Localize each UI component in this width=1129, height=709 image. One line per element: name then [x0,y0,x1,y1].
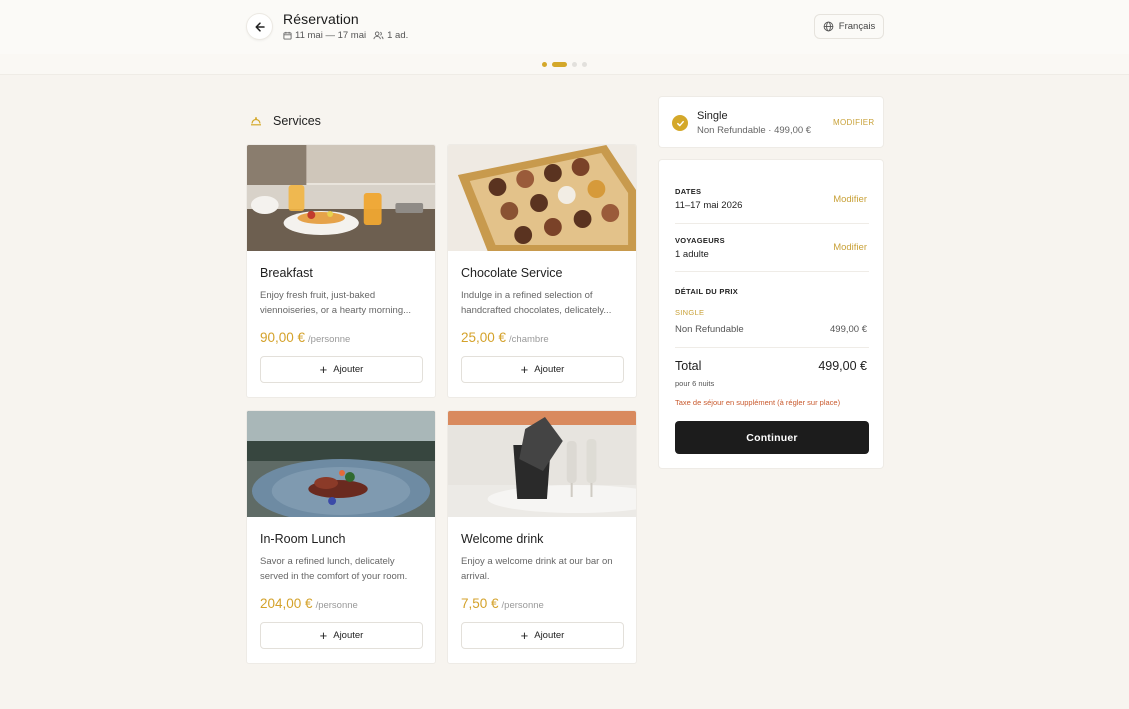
service-price: 25,00 € [461,330,507,345]
service-title: Chocolate Service [461,266,563,280]
continue-button[interactable]: Continuer [675,421,869,454]
step-dot-4 [582,61,587,67]
header-title-block: Réservation 11 mai — 17 mai 1 ad. [283,11,408,41]
language-label: Français [838,21,876,32]
services-title: Services [273,114,321,128]
step-dot-1 [542,61,547,67]
plus-icon: + [520,362,529,377]
top-bar: Réservation 11 mai — 17 mai 1 ad. França… [0,0,1129,54]
total-label: Total [675,359,702,373]
page-title: Réservation [283,11,359,27]
divider [675,223,869,224]
back-button[interactable] [246,13,273,40]
booking-summary: DATES 11–17 mai 2026 Modifier VOYAGEURS … [658,159,884,469]
language-selector[interactable]: Français [814,14,884,39]
nights-note: pour 6 nuits [675,379,715,388]
service-price: 90,00 € [260,330,306,345]
services-heading: Services [250,114,321,128]
service-card-lunch: In-Room Lunch Savor a refined lunch, del… [246,410,436,664]
modify-travelers-link[interactable]: Modifier [833,242,867,253]
travelers-value: 1 adulte [675,249,709,260]
service-card-welcome-drink: Welcome drink Enjoy a welcome drink at o… [447,410,637,664]
price-row: 204,00 € /personne [260,596,422,611]
dates-text: 11 mai — 17 mai [295,30,367,41]
dates-value: 11–17 mai 2026 [675,200,743,211]
divider [675,271,869,272]
guests-meta: 1 ad. [373,30,408,41]
modify-room-link[interactable]: MODIFIER [833,118,875,127]
room-service-icon [251,117,261,126]
add-welcome-drink-button[interactable]: + Ajouter [461,622,624,649]
step-dot-3 [572,61,577,67]
total-value: 499,00 € [818,359,867,373]
users-icon [373,31,384,40]
service-title: Breakfast [260,266,313,280]
service-card-breakfast: Breakfast Enjoy fresh fruit, just-baked … [246,144,436,398]
plus-icon: + [319,628,328,643]
selected-room-card: Single Non Refundable · 499,00 € MODIFIE… [658,96,884,148]
service-price: 204,00 € [260,596,313,611]
modify-dates-link[interactable]: Modifier [833,194,867,205]
guests-text: 1 ad. [387,30,409,41]
add-lunch-button[interactable]: + Ajouter [260,622,423,649]
price-unit: /personne [501,600,544,611]
breakfast-image [247,145,435,251]
tax-note: Taxe de séjour en supplément (à régler s… [675,398,841,407]
travelers-label: VOYAGEURS [675,236,725,245]
calendar-icon [283,31,292,40]
booking-meta: 11 mai — 17 mai 1 ad. [283,30,408,41]
arrow-left-icon [254,21,265,32]
lunch-image [247,411,435,517]
welcome-drink-image [448,411,636,517]
add-chocolate-button[interactable]: + Ajouter [461,356,624,383]
service-description: Indulge in a refined selection of handcr… [461,290,612,316]
progress-stepper [0,54,1129,75]
add-label: Ajouter [534,630,565,641]
service-title: Welcome drink [461,532,544,546]
service-card-chocolate: Chocolate Service Indulge in a refined s… [447,144,637,398]
price-unit: /chambre [509,334,549,345]
check-icon [672,115,688,131]
room-tag: SINGLE [675,308,705,317]
room-rate: Non Refundable · 499,00 € [697,125,812,136]
rate-value: 499,00 € [830,324,867,335]
add-label: Ajouter [333,630,364,641]
price-row: 25,00 € /chambre [461,330,623,345]
step-dot-2 [552,61,567,67]
price-row: 7,50 € /personne [461,596,623,611]
price-unit: /personne [315,600,358,611]
globe-icon [823,21,834,32]
chocolate-image [448,145,636,251]
add-label: Ajouter [333,364,364,375]
dates-label: DATES [675,187,702,196]
price-detail-label: DÉTAIL DU PRIX [675,287,739,296]
divider [675,347,869,348]
plus-icon: + [520,628,529,643]
room-name: Single [697,110,728,122]
plus-icon: + [319,362,328,377]
service-price: 7,50 € [461,596,499,611]
rate-label: Non Refundable [675,324,744,335]
dates-meta: 11 mai — 17 mai [283,30,366,41]
service-description: Enjoy fresh fruit, just-baked viennoiser… [260,290,412,316]
add-label: Ajouter [534,364,565,375]
price-unit: /personne [308,334,351,345]
service-title: In-Room Lunch [260,532,346,546]
service-description: Savor a refined lunch, delicately served… [260,556,408,582]
add-breakfast-button[interactable]: + Ajouter [260,356,423,383]
service-description: Enjoy a welcome drink at our bar on arri… [461,556,613,582]
price-row: 90,00 € /personne [260,330,422,345]
